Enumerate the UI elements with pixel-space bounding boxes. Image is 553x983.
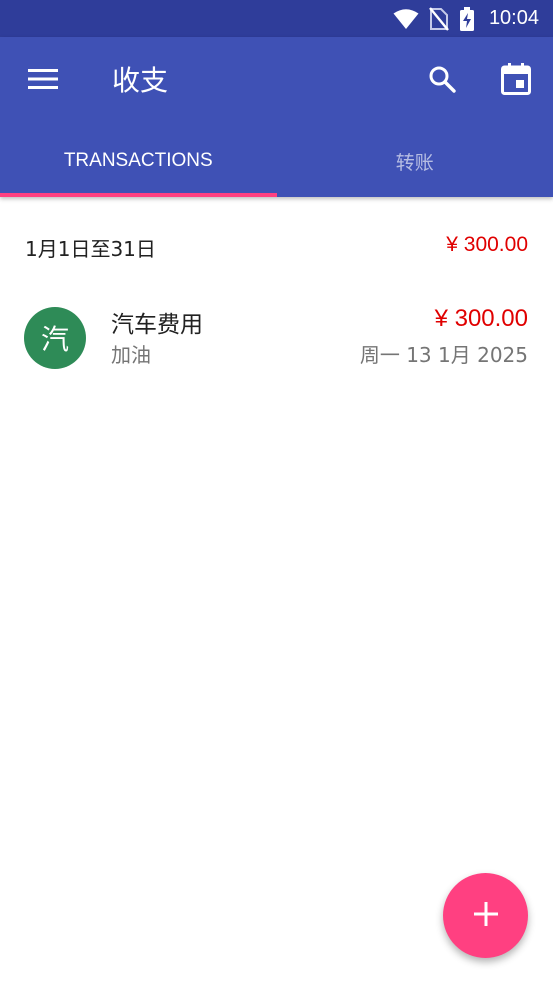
wifi-icon xyxy=(393,8,419,30)
plus-icon xyxy=(473,901,498,930)
transaction-note: 加油 xyxy=(111,343,151,367)
transaction-date: 周一 13 1月 2025 xyxy=(359,343,528,367)
tab-transactions[interactable]: TRANSACTIONS xyxy=(0,125,277,197)
page-title: 收支 xyxy=(112,64,169,97)
status-time: 10:04 xyxy=(488,7,539,29)
period-header: 1月1日至31日 ¥ 300.00 xyxy=(0,197,553,295)
avatar: 汽 xyxy=(24,307,86,369)
tab-transfers[interactable]: 转账 xyxy=(277,125,553,197)
period-total: ¥ 300.00 xyxy=(446,233,528,256)
transaction-category: 汽车费用 xyxy=(111,312,203,338)
status-icons: 10:04 xyxy=(393,0,539,37)
status-bar: 10:04 xyxy=(0,0,553,37)
transaction-amount: ¥ 300.00 xyxy=(434,305,528,332)
battery-charging-icon xyxy=(459,6,475,31)
app-bar: 收支 TRANSACTIONS 转账 xyxy=(0,37,553,197)
calendar-button[interactable] xyxy=(492,59,540,103)
period-label: 1月1日至31日 xyxy=(25,237,156,261)
search-button[interactable] xyxy=(418,59,466,103)
menu-button[interactable] xyxy=(18,61,68,101)
transactions-list: 1月1日至31日 ¥ 300.00 汽 汽车费用 加油 ¥ 300.00 周一 … xyxy=(0,197,553,379)
calendar-icon xyxy=(501,63,531,99)
add-transaction-button[interactable] xyxy=(443,873,528,958)
menu-icon xyxy=(28,68,58,94)
tab-label: TRANSACTIONS xyxy=(63,150,213,171)
list-item[interactable]: 汽 汽车费用 加油 ¥ 300.00 周一 13 1月 2025 xyxy=(0,295,553,379)
no-sim-icon xyxy=(429,6,449,31)
search-icon xyxy=(428,65,456,97)
tab-label: 转账 xyxy=(395,152,434,174)
tab-bar: TRANSACTIONS 转账 xyxy=(0,125,553,197)
